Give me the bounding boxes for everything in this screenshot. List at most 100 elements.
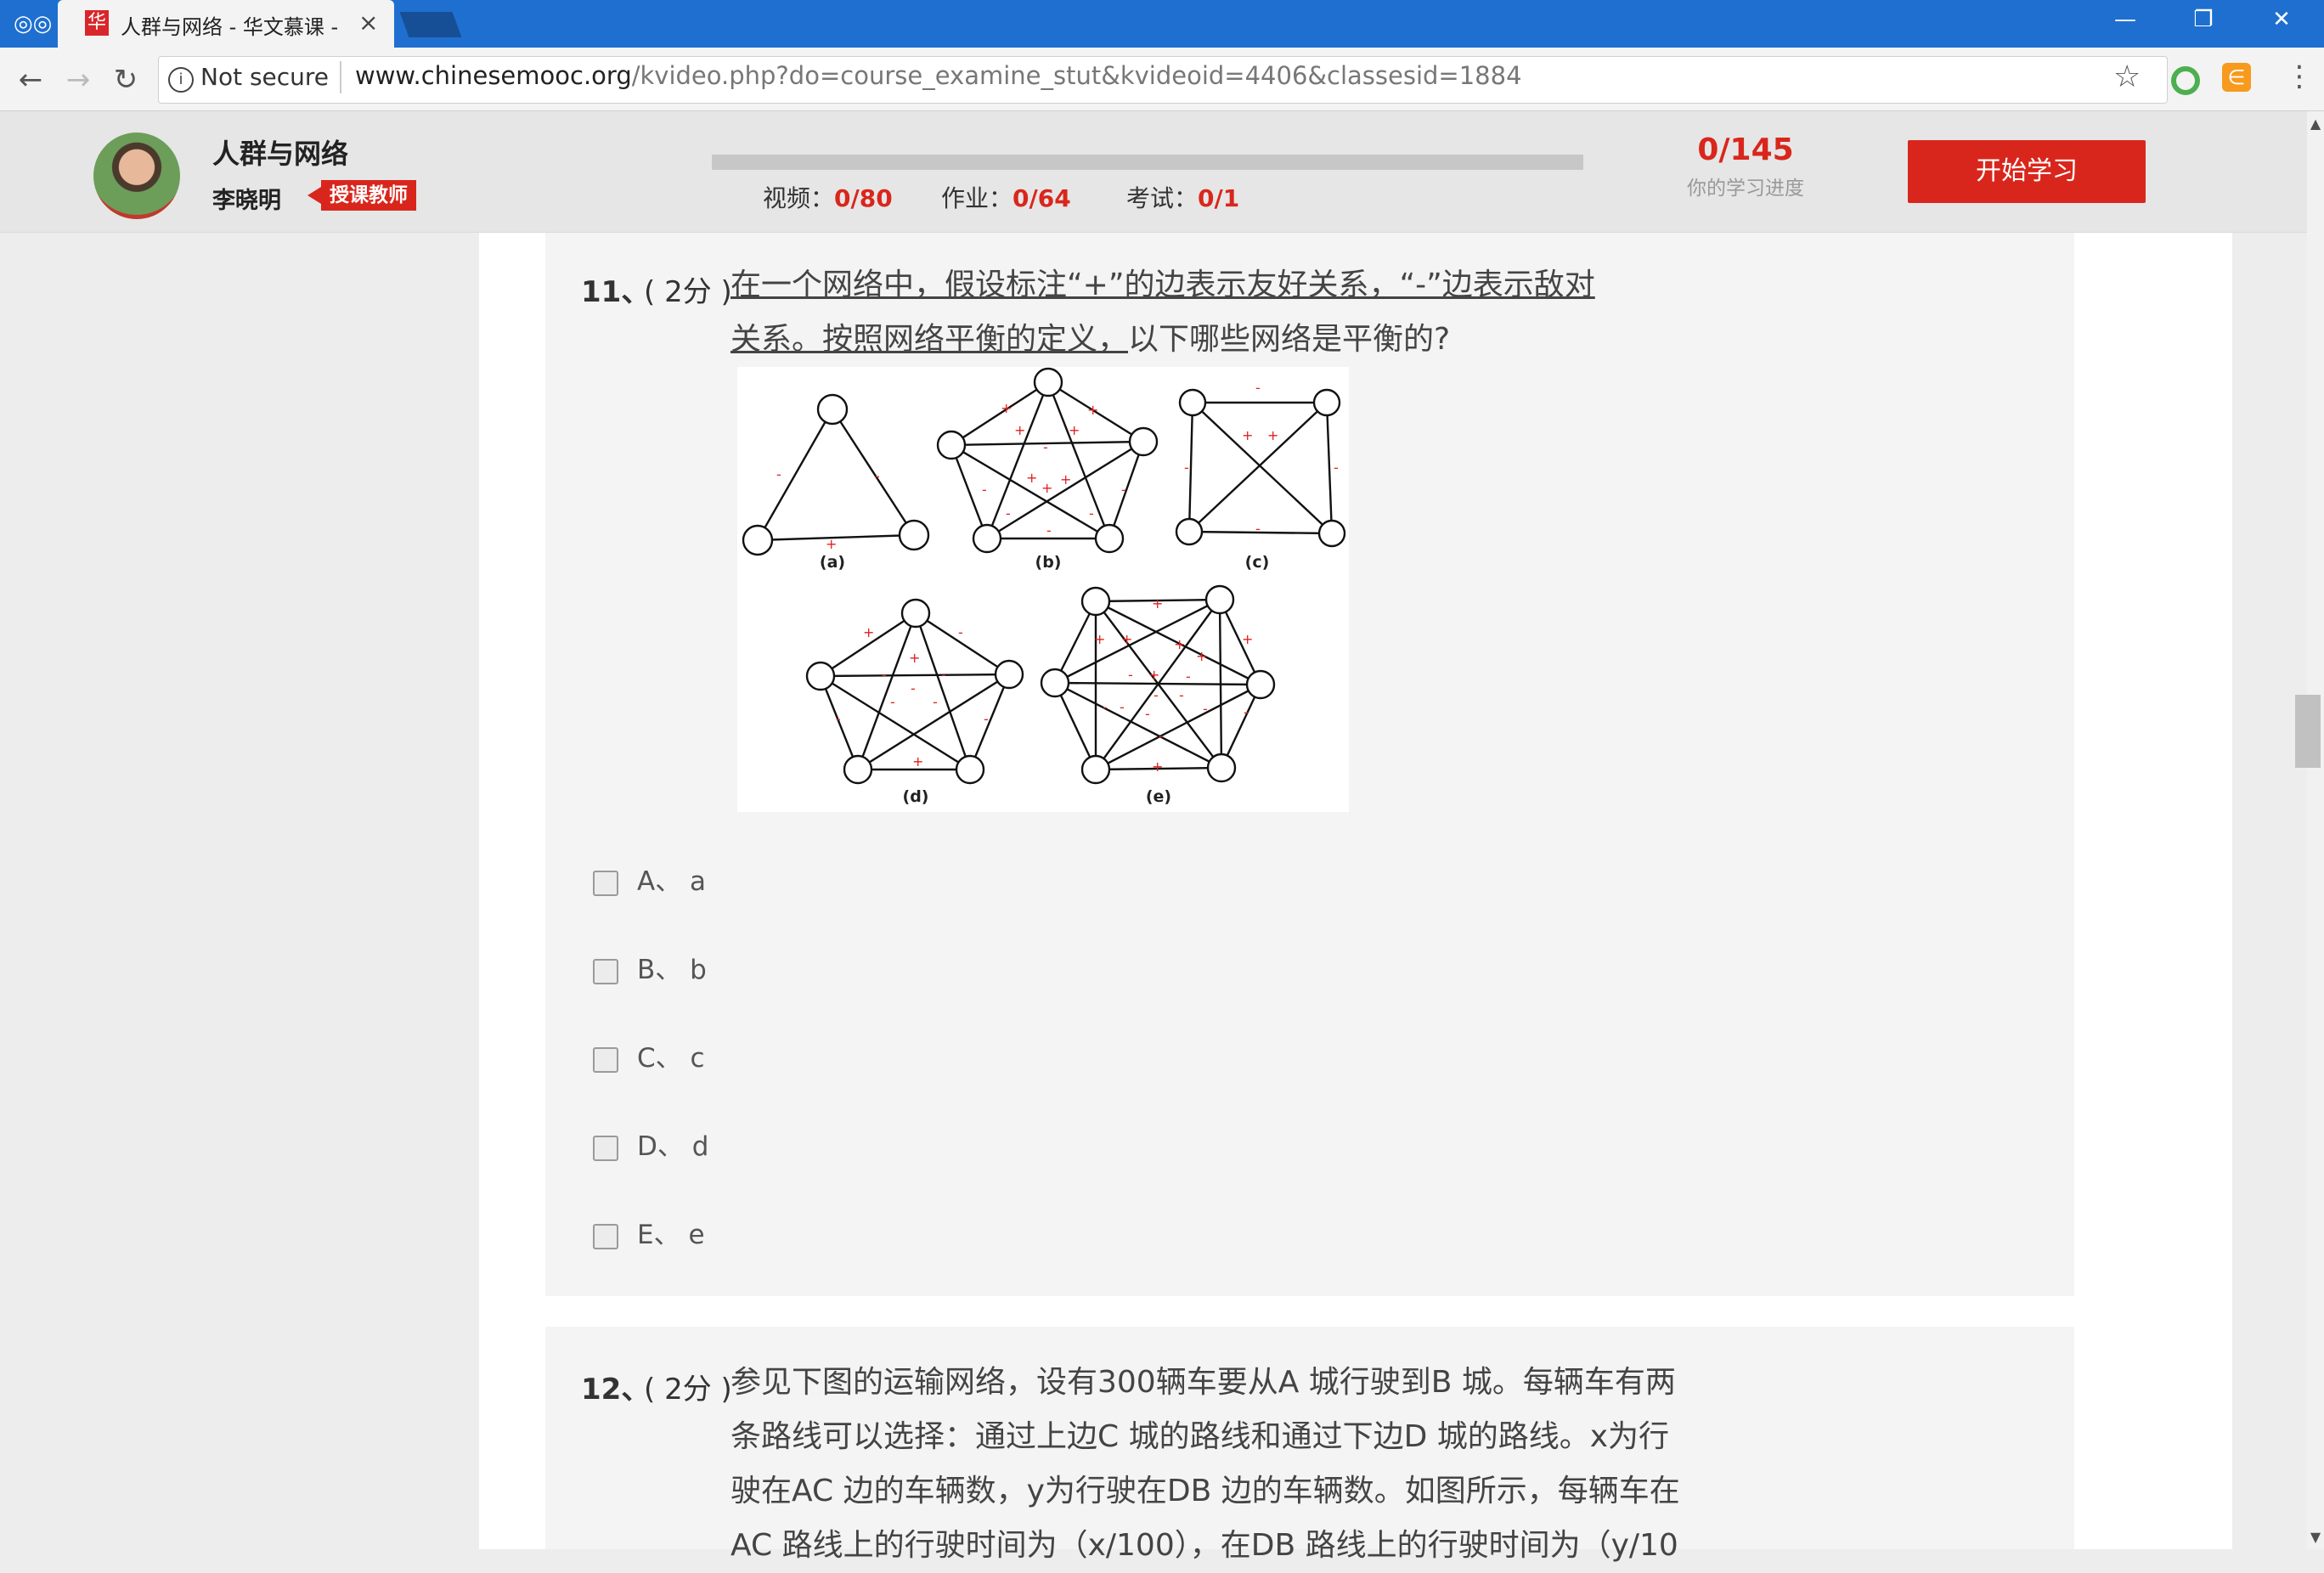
scrollbar[interactable]: [2307, 111, 2324, 1549]
svg-text:+: +: [1152, 595, 1163, 612]
svg-text:+: +: [1041, 480, 1052, 496]
svg-text:+: +: [1014, 422, 1025, 438]
svg-text:+: +: [1087, 402, 1098, 418]
option-label: A、 a: [637, 866, 707, 897]
svg-text:-: -: [933, 694, 938, 710]
forward-icon[interactable]: →: [61, 63, 95, 97]
svg-text:-: -: [1006, 505, 1011, 522]
svg-text:+: +: [912, 753, 923, 770]
checkbox[interactable]: [593, 870, 618, 896]
progress-total: 0/145: [1697, 132, 1794, 167]
option-label: D、 d: [637, 1131, 709, 1162]
svg-text:-: -: [958, 624, 963, 640]
svg-text:-: -: [1244, 704, 1249, 720]
info-icon[interactable]: i: [168, 67, 194, 93]
bookmark-star-icon[interactable]: ☆: [2113, 59, 2141, 94]
menu-icon[interactable]: ⋮: [2285, 59, 2314, 93]
svg-text:-: -: [1334, 459, 1339, 476]
incognito-icon: ◎◎: [14, 11, 53, 37]
svg-text:-: -: [875, 468, 880, 484]
exam-stat-label: 考试：: [1126, 184, 1199, 212]
teacher-avatar: [93, 132, 180, 219]
tab-close-icon[interactable]: ×: [358, 8, 378, 37]
svg-text:+: +: [1060, 471, 1071, 488]
scroll-down-icon[interactable]: ▼: [2307, 1529, 2324, 1545]
svg-text:+: +: [863, 624, 874, 640]
network-diagrams-svg: - -+ + ++ +- + ++- --- - -+ +- -- + -+- -- - -- -+ +…: [742, 367, 1346, 806]
new-tab-button[interactable]: [399, 12, 462, 37]
url-host: www.chinesemooc.org: [355, 61, 632, 90]
svg-text:-: -: [882, 667, 887, 683]
question-text: 在一个网络中，假设标注“+”的边表示友好关系，“-”边表示敌对 关系。按照网络平…: [730, 258, 1595, 367]
svg-text:+: +: [1242, 631, 1253, 647]
svg-text:-: -: [982, 482, 987, 498]
checkbox[interactable]: [593, 958, 618, 984]
figure-label: (a): [820, 553, 845, 572]
option-c[interactable]: C、 c: [593, 1036, 705, 1074]
omnibox-divider: [340, 61, 341, 93]
svg-text:+: +: [1196, 648, 1207, 664]
svg-text:-: -: [1186, 668, 1191, 685]
checkbox[interactable]: [593, 1223, 618, 1249]
checkbox[interactable]: [593, 1046, 618, 1073]
option-e[interactable]: E、 e: [593, 1213, 705, 1251]
svg-text:-: -: [1089, 505, 1094, 522]
start-learning-button[interactable]: 开始学习: [1908, 140, 2146, 203]
homework-stat: 作业：0/64: [941, 180, 1071, 214]
homework-stat-label: 作业：: [941, 184, 1013, 212]
svg-text:-: -: [1179, 687, 1184, 703]
question-text-line: 参见下图的运输网络，设有300辆车要从A 城行驶到B 城。每辆车有两: [730, 1365, 1676, 1400]
restore-icon[interactable]: ❐: [2178, 7, 2229, 32]
figure-label: (e): [1146, 787, 1171, 806]
question-text-line: AC 路线上的行驶时间为（x/100），在DB 路线上的行驶时间为（y/10: [730, 1528, 1678, 1563]
svg-text:-: -: [1103, 699, 1108, 715]
svg-text:-: -: [984, 711, 989, 727]
rss-icon[interactable]: ∈: [2222, 63, 2251, 92]
security-label[interactable]: Not secure: [200, 63, 329, 91]
svg-text:-: -: [1120, 699, 1125, 715]
minimize-icon[interactable]: —: [2100, 7, 2151, 32]
svg-text:-: -: [941, 667, 946, 683]
svg-text:-: -: [1184, 459, 1189, 476]
svg-text:-: -: [1154, 687, 1159, 703]
reload-icon[interactable]: ↻: [109, 63, 143, 97]
progress-label: 你的学习进度: [1687, 178, 1804, 200]
svg-text:+: +: [1267, 427, 1278, 443]
option-d[interactable]: D、 d: [593, 1125, 708, 1163]
window-close-icon[interactable]: ✕: [2256, 7, 2307, 32]
svg-text:-: -: [1159, 728, 1164, 744]
extension-circle-icon[interactable]: [2171, 66, 2200, 95]
svg-text:-: -: [890, 694, 895, 710]
question-text: 参见下图的运输网络，设有300辆车要从A 城行驶到B 城。每辆车有两 条路线可以…: [730, 1356, 1680, 1573]
progress-bar: [712, 155, 1583, 170]
question-text-line: 驶在AC 边的车辆数，y为行驶在DB 边的车辆数。如图所示，每辆车在: [730, 1474, 1680, 1508]
svg-text:+: +: [1001, 400, 1012, 416]
scroll-up-icon[interactable]: ▲: [2307, 116, 2324, 132]
svg-text:+: +: [1174, 636, 1185, 652]
svg-text:-: -: [1043, 439, 1048, 455]
svg-text:+: +: [1069, 422, 1080, 438]
teacher-badge: 授课教师: [321, 180, 416, 211]
scrollbar-thumb[interactable]: [2295, 695, 2321, 768]
svg-text:-: -: [836, 711, 841, 727]
checkbox[interactable]: [593, 1135, 618, 1161]
video-stat-value: 0/80: [834, 184, 893, 212]
svg-text:+: +: [909, 650, 920, 666]
svg-text:-: -: [1255, 380, 1261, 396]
question-text-part: 以下哪些网络是平衡的?: [1128, 322, 1451, 357]
option-b[interactable]: B、 b: [593, 948, 707, 986]
video-stat-label: 视频：: [763, 184, 835, 212]
svg-text:-: -: [1203, 701, 1208, 717]
question-text-line: 在一个网络中，假设标注“+”的边表示友好关系，“-”边表示敌对: [730, 268, 1595, 302]
url-text[interactable]: www.chinesemooc.org/kvideo.php?do=course…: [355, 61, 1522, 90]
figure-label: (b): [1035, 553, 1062, 572]
network-figure: - - + + + + + - + + + - - - - - - + + - - - + - + - - - - - - - + +…: [737, 367, 1349, 812]
exam-stat-value: 0/1: [1198, 184, 1240, 212]
course-title[interactable]: 人群与网络: [212, 132, 348, 172]
back-icon[interactable]: ←: [14, 63, 48, 97]
option-a[interactable]: A、 a: [593, 860, 706, 898]
svg-text:-: -: [1145, 706, 1150, 722]
option-label: B、 b: [637, 955, 707, 985]
svg-text:+: +: [1094, 631, 1105, 647]
svg-text:+: +: [1026, 470, 1037, 486]
